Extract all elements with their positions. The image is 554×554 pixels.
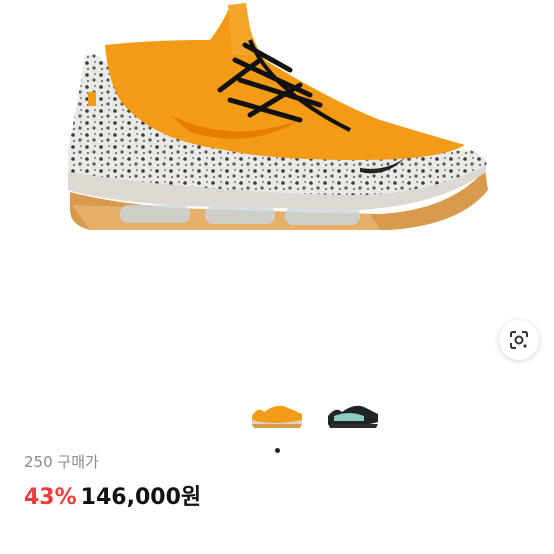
thumbnail-strip bbox=[248, 394, 380, 434]
thumbnail-orange-sneaker[interactable] bbox=[248, 394, 304, 434]
lens-search-button[interactable] bbox=[499, 320, 539, 360]
product-image bbox=[68, 3, 488, 230]
carousel-dot-active[interactable] bbox=[274, 448, 280, 453]
price-row: 43% 146,000원 bbox=[24, 479, 201, 511]
lens-search-icon bbox=[510, 331, 528, 349]
thumbnail-black-sneaker[interactable] bbox=[324, 394, 380, 434]
product-price: 146,000원 bbox=[80, 485, 202, 510]
discount-rate: 43% bbox=[24, 485, 77, 510]
size-price-label: 250 구매가 bbox=[24, 453, 99, 471]
